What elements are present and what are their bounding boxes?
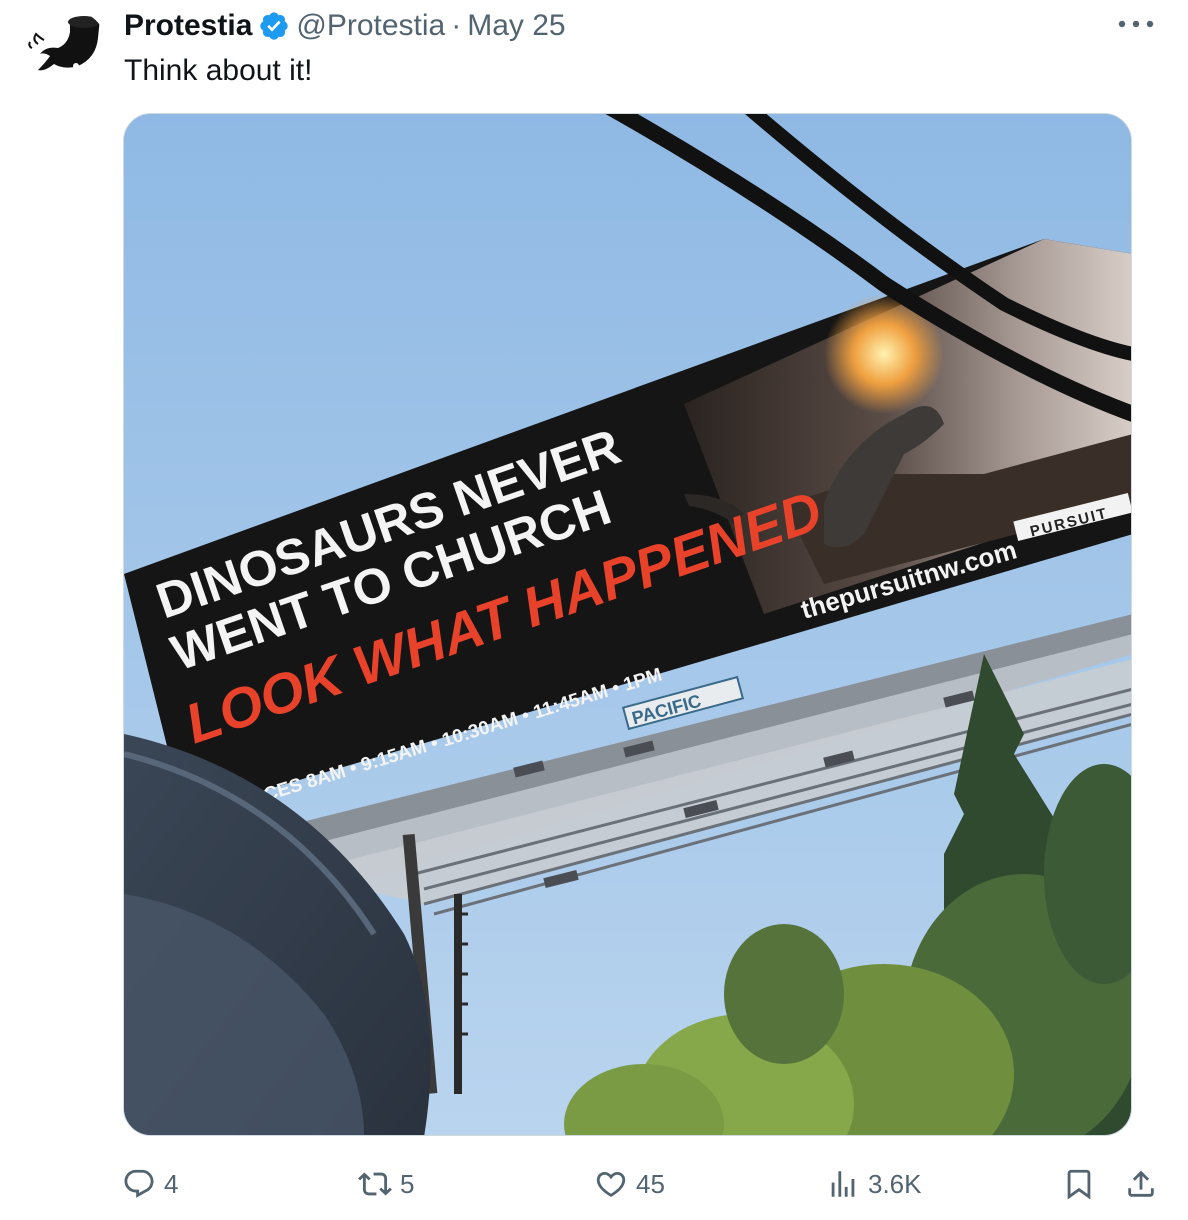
reply-count: 4 [164, 1168, 179, 1199]
verified-badge-icon [260, 12, 289, 40]
views-count: 3.6K [868, 1168, 922, 1199]
share-button[interactable] [1124, 1160, 1158, 1208]
reply-icon [124, 1169, 154, 1198]
bookmark-icon [1067, 1169, 1091, 1200]
bookmark-button[interactable] [1062, 1160, 1096, 1208]
more-options-icon[interactable] [1114, 8, 1158, 40]
retweet-count: 5 [400, 1168, 415, 1199]
tweet-text: Think about it! [124, 54, 313, 87]
like-count: 45 [636, 1168, 665, 1199]
like-button[interactable]: 45 [594, 1160, 665, 1208]
tweet-image[interactable]: PURSUIT DINOSAURS NEVER WENT TO CHURCH L… [123, 113, 1132, 1136]
retweet-button[interactable]: 5 [358, 1160, 414, 1208]
retweet-icon [358, 1172, 392, 1196]
share-icon [1128, 1170, 1154, 1197]
avatar[interactable] [24, 8, 108, 92]
separator: · [451, 9, 462, 42]
heart-icon [596, 1171, 626, 1197]
protestia-logo-icon [28, 16, 100, 71]
action-bar: 4 5 45 3.6K [0, 1160, 1188, 1208]
tweet-header: Protestia @Protestia · May 25 [124, 8, 566, 44]
author-handle[interactable]: @Protestia [296, 9, 445, 43]
reply-button[interactable]: 4 [122, 1160, 178, 1208]
author-name[interactable]: Protestia [124, 9, 252, 43]
views-button[interactable]: 3.6K [826, 1160, 922, 1208]
tweet-date[interactable]: May 25 [467, 9, 565, 43]
analytics-icon [831, 1171, 855, 1197]
